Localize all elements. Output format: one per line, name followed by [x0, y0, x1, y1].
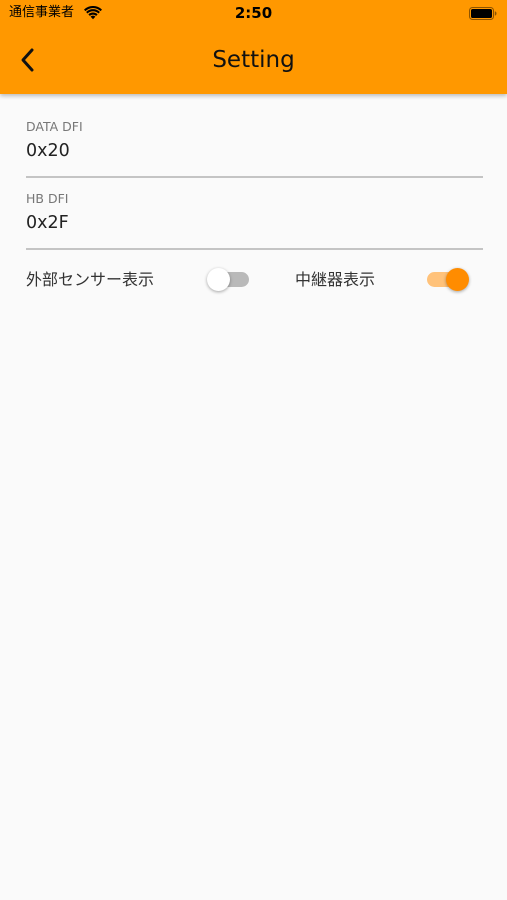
data-dfi-label: DATA DFI: [26, 119, 83, 134]
external-sensor-toggle-thumb: [207, 268, 230, 291]
app-bar: 通信事業者 2:50 Setting: [0, 0, 507, 94]
page-title: Setting: [212, 47, 295, 73]
data-dfi-input[interactable]: 0x20: [26, 140, 466, 162]
hb-dfi-input[interactable]: 0x2F: [26, 212, 466, 234]
external-sensor-toggle[interactable]: [207, 266, 249, 294]
repeater-label: 中継器表示: [295, 270, 376, 289]
hb-dfi-underline: [26, 248, 483, 250]
navigation-bar: Setting: [0, 30, 507, 90]
external-sensor-label: 外部センサー表示: [26, 270, 155, 289]
status-bar: 通信事業者 2:50: [0, 0, 507, 28]
hb-dfi-label: HB DFI: [26, 191, 69, 206]
battery-icon: [469, 7, 497, 20]
data-dfi-field[interactable]: DATA DFI 0x20: [26, 94, 483, 178]
hb-dfi-field[interactable]: HB DFI 0x2F: [26, 166, 483, 250]
repeater-toggle-thumb: [446, 268, 469, 291]
repeater-toggle[interactable]: [427, 266, 469, 294]
status-time: 2:50: [234, 4, 273, 22]
